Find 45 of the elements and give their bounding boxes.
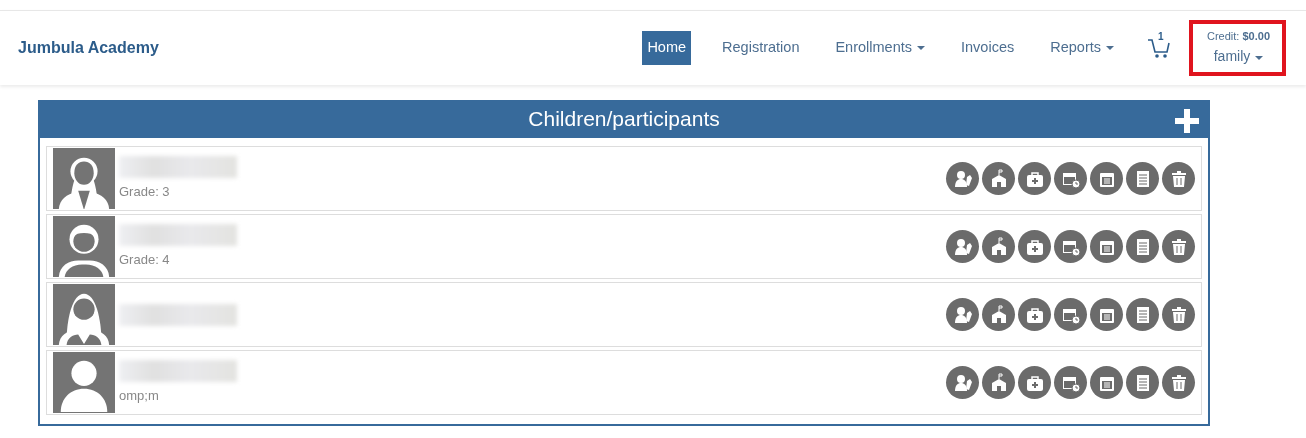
trash-button[interactable] (1162, 366, 1195, 399)
document-button[interactable] (1126, 366, 1159, 399)
avatar-icon (53, 352, 115, 413)
person-button[interactable] (946, 298, 979, 331)
dropdown-menu-link[interactable]: Reports (1045, 31, 1119, 65)
calendar-clock-button[interactable] (1054, 230, 1087, 263)
trash-button[interactable] (1162, 162, 1195, 195)
grade-text: omp;m (119, 386, 160, 405)
nav-link[interactable]: Home (642, 31, 692, 65)
medical-kit-button[interactable] (1018, 230, 1051, 263)
calendar-button[interactable] (1090, 230, 1123, 263)
person-button[interactable] (946, 366, 979, 399)
school-button[interactable] (982, 298, 1015, 331)
calendar-button[interactable] (1090, 366, 1123, 399)
person-button[interactable] (946, 230, 979, 263)
trash-button[interactable] (1162, 298, 1195, 331)
document-button[interactable] (1126, 162, 1159, 195)
avatar-icon (53, 216, 115, 277)
medical-kit-button[interactable] (1018, 162, 1051, 195)
calendar-clock-button[interactable] (1054, 366, 1087, 399)
grade-text: Grade: 4 (119, 250, 171, 269)
school-button[interactable] (982, 230, 1015, 263)
medical-kit-button[interactable] (1018, 298, 1051, 331)
nav-link[interactable]: Registration (717, 31, 805, 65)
avatar-icon (53, 284, 115, 345)
avatar-icon (53, 148, 115, 209)
calendar-button[interactable] (1090, 162, 1123, 195)
document-button[interactable] (1126, 230, 1159, 263)
account-menu[interactable]: Credit: $0.00 family (1189, 19, 1286, 77)
calendar-clock-button[interactable] (1054, 162, 1087, 195)
dropdown-menu-link[interactable]: Enrollments (830, 31, 930, 65)
person-button[interactable] (946, 162, 979, 195)
calendar-clock-button[interactable] (1054, 298, 1087, 331)
account-link[interactable]: family (1213, 48, 1264, 65)
calendar-button[interactable] (1090, 298, 1123, 331)
school-button[interactable] (982, 162, 1015, 195)
school-button[interactable] (982, 366, 1015, 399)
credit-text: Credit: $0.00 (1207, 28, 1270, 44)
nav-link[interactable]: Invoices (956, 31, 1020, 65)
grade-text: Grade: 3 (119, 182, 171, 201)
panel-title: Children/participants (528, 106, 720, 133)
trash-button[interactable] (1162, 230, 1195, 263)
document-button[interactable] (1126, 298, 1159, 331)
medical-kit-button[interactable] (1018, 366, 1051, 399)
brand-name[interactable]: Jumbula Academy (18, 36, 159, 60)
